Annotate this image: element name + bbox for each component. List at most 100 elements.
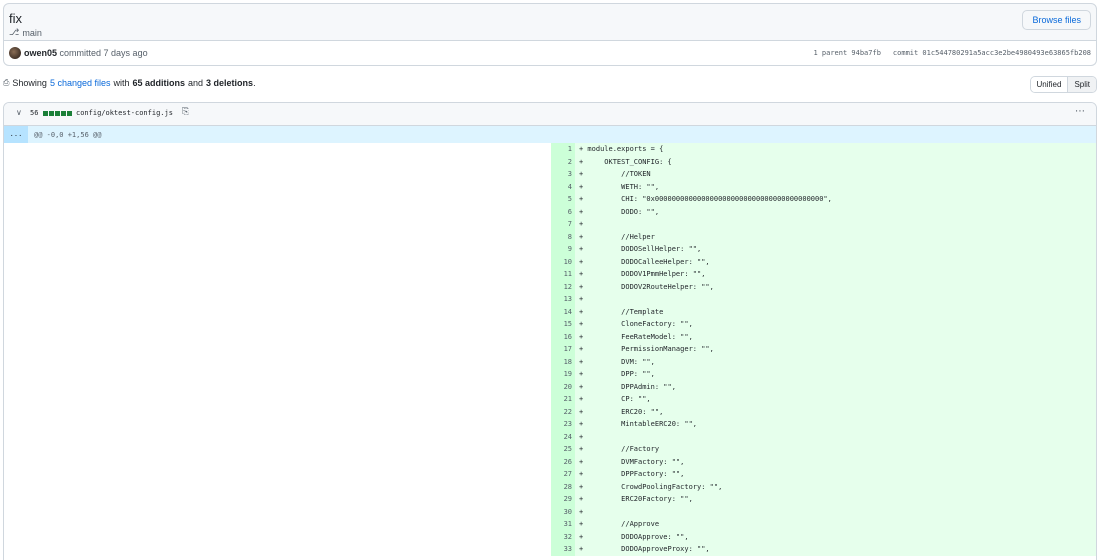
unified-view-button[interactable]: Unified xyxy=(1030,77,1069,92)
line-number[interactable]: 22 xyxy=(551,405,575,418)
diff-line: 4 + WETH: "", xyxy=(4,180,1096,193)
code-line: + DODOApprove: "", xyxy=(575,530,1096,543)
line-number[interactable]: 13 xyxy=(551,293,575,306)
code-line: + DODOSellHelper: "", xyxy=(575,243,1096,256)
diffstat-block xyxy=(55,111,60,116)
code-line: + //Template xyxy=(575,305,1096,318)
diff-line: 18 + DVM: "", xyxy=(4,355,1096,368)
avatar[interactable] xyxy=(9,47,21,59)
diff-line-left-empty xyxy=(4,543,551,556)
chevron-down-icon[interactable]: ∨ xyxy=(16,108,22,117)
line-number[interactable]: 3 xyxy=(551,168,575,181)
code-line: + ERC20Factory: "", xyxy=(575,493,1096,506)
diff-line-left-empty xyxy=(4,305,551,318)
line-number[interactable]: 32 xyxy=(551,530,575,543)
git-branch-icon: ⎇ xyxy=(9,28,20,38)
code-line: + xyxy=(575,293,1096,306)
line-number[interactable]: 12 xyxy=(551,280,575,293)
file-change-count: 56 xyxy=(30,109,39,117)
line-number[interactable]: 19 xyxy=(551,368,575,381)
code-line: + DVM: "", xyxy=(575,355,1096,368)
line-number[interactable]: 10 xyxy=(551,255,575,268)
copy-icon[interactable]: ⎘ xyxy=(182,107,189,117)
branch-name: main xyxy=(22,28,42,38)
diff-line-left-empty xyxy=(4,368,551,381)
code-line: + CHI: "0x000000000000000000000000000000… xyxy=(575,193,1096,206)
line-number[interactable]: 7 xyxy=(551,218,575,231)
file-header: ∨ 56 config/oktest-config.js ⎘ ⋯ xyxy=(4,103,1096,126)
line-number[interactable]: 2 xyxy=(551,155,575,168)
diff-line: 31 + //Approve xyxy=(4,518,1096,531)
line-number[interactable]: 27 xyxy=(551,468,575,481)
diff-line-left-empty xyxy=(4,393,551,406)
line-number[interactable]: 26 xyxy=(551,455,575,468)
diff-line-left-empty xyxy=(4,180,551,193)
file-name-link[interactable]: config/oktest-config.js xyxy=(76,109,173,117)
line-number[interactable]: 17 xyxy=(551,343,575,356)
diff-line-left-empty xyxy=(4,143,551,156)
diff-line: 17 + PermissionManager: "", xyxy=(4,343,1096,356)
diff-line: 9 + DODOSellHelper: "", xyxy=(4,243,1096,256)
diff-line-left-empty xyxy=(4,530,551,543)
diff-line-left-empty xyxy=(4,405,551,418)
line-number[interactable]: 29 xyxy=(551,493,575,506)
code-line: + DODOCalleeHelper: "", xyxy=(575,255,1096,268)
summary-period: . xyxy=(253,78,256,88)
line-number[interactable]: 9 xyxy=(551,243,575,256)
split-view-button[interactable]: Split xyxy=(1068,77,1096,92)
code-line: + //TOKEN xyxy=(575,168,1096,181)
line-number[interactable]: 16 xyxy=(551,330,575,343)
summary-showing: Showing xyxy=(12,78,47,88)
diffstat-block xyxy=(61,111,66,116)
line-number[interactable]: 31 xyxy=(551,518,575,531)
code-line: + CrowdPoolingFactory: "", xyxy=(575,480,1096,493)
code-line: + ERC20: "", xyxy=(575,405,1096,418)
diffstat-block xyxy=(67,111,72,116)
line-number[interactable]: 25 xyxy=(551,443,575,456)
commit-sha: commit 01c544780291a5acc3e2be4980493e638… xyxy=(892,49,1091,57)
parent-link[interactable]: 1 parent 94ba7fb xyxy=(813,49,880,57)
commit-header: fix ⎇ main Browse files xyxy=(3,3,1097,41)
changed-files-link[interactable]: 5 changed files xyxy=(50,78,111,88)
code-line: + PermissionManager: "", xyxy=(575,343,1096,356)
line-number[interactable]: 30 xyxy=(551,505,575,518)
author-link[interactable]: owen05 xyxy=(24,48,57,58)
line-number[interactable]: 23 xyxy=(551,418,575,431)
diffstat xyxy=(43,111,72,116)
line-number[interactable]: 15 xyxy=(551,318,575,331)
diff-line-left-empty xyxy=(4,193,551,206)
code-line: + DODOV2RouteHelper: "", xyxy=(575,280,1096,293)
diff-line: 2 + OKTEST_CONFIG: { xyxy=(4,155,1096,168)
code-line: + DPP: "", xyxy=(575,368,1096,381)
kebab-horizontal-icon[interactable]: ⋯ xyxy=(1075,106,1086,117)
expand-button[interactable]: ... xyxy=(4,126,28,143)
deletions-count: 3 deletions xyxy=(206,78,254,88)
line-number[interactable]: 14 xyxy=(551,305,575,318)
line-number[interactable]: 20 xyxy=(551,380,575,393)
code-line: + DODOApproveProxy: "", xyxy=(575,543,1096,556)
line-number[interactable]: 18 xyxy=(551,355,575,368)
line-number[interactable]: 1 xyxy=(551,143,575,156)
diff-line-left-empty xyxy=(4,455,551,468)
code-line: + xyxy=(575,430,1096,443)
diff-line-left-empty xyxy=(4,330,551,343)
code-line: + MintableERC20: "", xyxy=(575,418,1096,431)
diff-line-left-empty xyxy=(4,205,551,218)
diff-line: 21 + CP: "", xyxy=(4,393,1096,406)
line-number[interactable]: 24 xyxy=(551,430,575,443)
browse-files-button[interactable]: Browse files xyxy=(1022,10,1091,30)
diff-line: 12 + DODOV2RouteHelper: "", xyxy=(4,280,1096,293)
code-line: + DVMFactory: "", xyxy=(575,455,1096,468)
line-number[interactable]: 8 xyxy=(551,230,575,243)
diff-line-left-empty xyxy=(4,518,551,531)
diff-line-left-empty xyxy=(4,355,551,368)
line-number[interactable]: 6 xyxy=(551,205,575,218)
diff-line-left-empty xyxy=(4,468,551,481)
line-number[interactable]: 21 xyxy=(551,393,575,406)
line-number[interactable]: 5 xyxy=(551,193,575,206)
line-number[interactable]: 4 xyxy=(551,180,575,193)
line-number[interactable]: 33 xyxy=(551,543,575,556)
branch-label[interactable]: ⎇ main xyxy=(9,28,42,38)
line-number[interactable]: 28 xyxy=(551,480,575,493)
line-number[interactable]: 11 xyxy=(551,268,575,281)
